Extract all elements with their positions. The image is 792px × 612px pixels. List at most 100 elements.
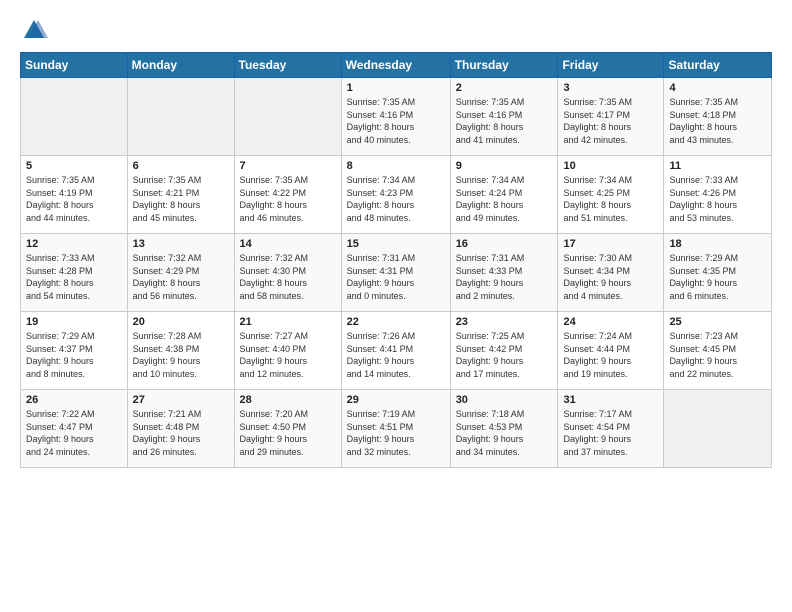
- day-info: Sunrise: 7:35 AM Sunset: 4:21 PM Dayligh…: [133, 174, 229, 224]
- day-number: 2: [456, 82, 553, 94]
- calendar-cell: 8 Sunrise: 7:34 AM Sunset: 4:23 PM Daylig…: [341, 156, 450, 234]
- day-info: Sunrise: 7:34 AM Sunset: 4:24 PM Dayligh…: [456, 174, 553, 224]
- calendar-cell: 29 Sunrise: 7:19 AM Sunset: 4:51 PM Dayli…: [341, 390, 450, 468]
- day-number: 26: [26, 394, 122, 406]
- calendar-cell: 21 Sunrise: 7:27 AM Sunset: 4:40 PM Dayli…: [234, 312, 341, 390]
- day-info: Sunrise: 7:35 AM Sunset: 4:16 PM Dayligh…: [456, 96, 553, 146]
- day-info: Sunrise: 7:26 AM Sunset: 4:41 PM Dayligh…: [347, 330, 445, 380]
- calendar-cell: 26 Sunrise: 7:22 AM Sunset: 4:47 PM Dayli…: [21, 390, 128, 468]
- day-number: 18: [669, 238, 766, 250]
- day-number: 23: [456, 316, 553, 328]
- day-info: Sunrise: 7:19 AM Sunset: 4:51 PM Dayligh…: [347, 408, 445, 458]
- day-info: Sunrise: 7:31 AM Sunset: 4:31 PM Dayligh…: [347, 252, 445, 302]
- day-number: 25: [669, 316, 766, 328]
- day-info: Sunrise: 7:34 AM Sunset: 4:23 PM Dayligh…: [347, 174, 445, 224]
- calendar-cell: 18 Sunrise: 7:29 AM Sunset: 4:35 PM Dayli…: [664, 234, 772, 312]
- day-info: Sunrise: 7:17 AM Sunset: 4:54 PM Dayligh…: [563, 408, 658, 458]
- day-number: 22: [347, 316, 445, 328]
- day-info: Sunrise: 7:30 AM Sunset: 4:34 PM Dayligh…: [563, 252, 658, 302]
- day-info: Sunrise: 7:33 AM Sunset: 4:28 PM Dayligh…: [26, 252, 122, 302]
- calendar-cell: 28 Sunrise: 7:20 AM Sunset: 4:50 PM Dayli…: [234, 390, 341, 468]
- calendar-cell: 17 Sunrise: 7:30 AM Sunset: 4:34 PM Dayli…: [558, 234, 664, 312]
- day-number: 10: [563, 160, 658, 172]
- weekday-header: Friday: [558, 53, 664, 78]
- day-number: 28: [240, 394, 336, 406]
- weekday-header: Monday: [127, 53, 234, 78]
- calendar-cell: 9 Sunrise: 7:34 AM Sunset: 4:24 PM Daylig…: [450, 156, 558, 234]
- page: SundayMondayTuesdayWednesdayThursdayFrid…: [0, 0, 792, 612]
- calendar-cell: 12Sunrise: 7:33 AM Sunset: 4:28 PM Dayli…: [21, 234, 128, 312]
- calendar-cell: 31 Sunrise: 7:17 AM Sunset: 4:54 PM Dayli…: [558, 390, 664, 468]
- calendar-week-row: 12Sunrise: 7:33 AM Sunset: 4:28 PM Dayli…: [21, 234, 772, 312]
- calendar-cell: 30 Sunrise: 7:18 AM Sunset: 4:53 PM Dayli…: [450, 390, 558, 468]
- day-number: 31: [563, 394, 658, 406]
- day-number: 24: [563, 316, 658, 328]
- weekday-header: Wednesday: [341, 53, 450, 78]
- day-info: Sunrise: 7:25 AM Sunset: 4:42 PM Dayligh…: [456, 330, 553, 380]
- day-info: Sunrise: 7:32 AM Sunset: 4:30 PM Dayligh…: [240, 252, 336, 302]
- day-info: Sunrise: 7:20 AM Sunset: 4:50 PM Dayligh…: [240, 408, 336, 458]
- calendar-cell: 22 Sunrise: 7:26 AM Sunset: 4:41 PM Dayli…: [341, 312, 450, 390]
- day-number: 6: [133, 160, 229, 172]
- day-info: Sunrise: 7:31 AM Sunset: 4:33 PM Dayligh…: [456, 252, 553, 302]
- calendar-cell: 2 Sunrise: 7:35 AM Sunset: 4:16 PM Daylig…: [450, 78, 558, 156]
- logo: [20, 16, 52, 44]
- calendar-week-row: 1 Sunrise: 7:35 AM Sunset: 4:16 PM Daylig…: [21, 78, 772, 156]
- day-info: Sunrise: 7:21 AM Sunset: 4:48 PM Dayligh…: [133, 408, 229, 458]
- day-number: 29: [347, 394, 445, 406]
- day-info: Sunrise: 7:35 AM Sunset: 4:19 PM Dayligh…: [26, 174, 122, 224]
- day-info: Sunrise: 7:35 AM Sunset: 4:16 PM Dayligh…: [347, 96, 445, 146]
- calendar-cell: 3Sunrise: 7:35 AM Sunset: 4:17 PM Daylig…: [558, 78, 664, 156]
- day-info: Sunrise: 7:29 AM Sunset: 4:35 PM Dayligh…: [669, 252, 766, 302]
- day-info: Sunrise: 7:35 AM Sunset: 4:18 PM Dayligh…: [669, 96, 766, 146]
- calendar-cell: 24 Sunrise: 7:24 AM Sunset: 4:44 PM Dayli…: [558, 312, 664, 390]
- calendar-cell: 13 Sunrise: 7:32 AM Sunset: 4:29 PM Dayli…: [127, 234, 234, 312]
- calendar-cell: 11Sunrise: 7:33 AM Sunset: 4:26 PM Dayli…: [664, 156, 772, 234]
- day-info: Sunrise: 7:18 AM Sunset: 4:53 PM Dayligh…: [456, 408, 553, 458]
- day-number: 7: [240, 160, 336, 172]
- calendar-cell: 5 Sunrise: 7:35 AM Sunset: 4:19 PM Daylig…: [21, 156, 128, 234]
- day-info: Sunrise: 7:27 AM Sunset: 4:40 PM Dayligh…: [240, 330, 336, 380]
- calendar-cell: 7 Sunrise: 7:35 AM Sunset: 4:22 PM Daylig…: [234, 156, 341, 234]
- day-number: 1: [347, 82, 445, 94]
- calendar-cell: 19Sunrise: 7:29 AM Sunset: 4:37 PM Dayli…: [21, 312, 128, 390]
- day-number: 13: [133, 238, 229, 250]
- day-number: 17: [563, 238, 658, 250]
- calendar-cell: [234, 78, 341, 156]
- day-number: 21: [240, 316, 336, 328]
- day-info: Sunrise: 7:23 AM Sunset: 4:45 PM Dayligh…: [669, 330, 766, 380]
- header: [20, 16, 772, 44]
- weekday-header: Saturday: [664, 53, 772, 78]
- calendar-header-row: SundayMondayTuesdayWednesdayThursdayFrid…: [21, 53, 772, 78]
- day-number: 9: [456, 160, 553, 172]
- day-number: 16: [456, 238, 553, 250]
- day-info: Sunrise: 7:35 AM Sunset: 4:17 PM Dayligh…: [563, 96, 658, 146]
- weekday-header: Thursday: [450, 53, 558, 78]
- day-number: 30: [456, 394, 553, 406]
- weekday-header: Sunday: [21, 53, 128, 78]
- day-number: 19: [26, 316, 122, 328]
- day-info: Sunrise: 7:24 AM Sunset: 4:44 PM Dayligh…: [563, 330, 658, 380]
- day-number: 8: [347, 160, 445, 172]
- calendar-cell: 10Sunrise: 7:34 AM Sunset: 4:25 PM Dayli…: [558, 156, 664, 234]
- calendar-cell: 16 Sunrise: 7:31 AM Sunset: 4:33 PM Dayli…: [450, 234, 558, 312]
- calendar-cell: 1 Sunrise: 7:35 AM Sunset: 4:16 PM Daylig…: [341, 78, 450, 156]
- calendar-cell: 25 Sunrise: 7:23 AM Sunset: 4:45 PM Dayli…: [664, 312, 772, 390]
- calendar-cell: 15 Sunrise: 7:31 AM Sunset: 4:31 PM Dayli…: [341, 234, 450, 312]
- day-number: 14: [240, 238, 336, 250]
- calendar-cell: 4Sunrise: 7:35 AM Sunset: 4:18 PM Daylig…: [664, 78, 772, 156]
- day-info: Sunrise: 7:28 AM Sunset: 4:38 PM Dayligh…: [133, 330, 229, 380]
- weekday-header: Tuesday: [234, 53, 341, 78]
- day-info: Sunrise: 7:33 AM Sunset: 4:26 PM Dayligh…: [669, 174, 766, 224]
- calendar-cell: 20Sunrise: 7:28 AM Sunset: 4:38 PM Dayli…: [127, 312, 234, 390]
- day-info: Sunrise: 7:22 AM Sunset: 4:47 PM Dayligh…: [26, 408, 122, 458]
- day-info: Sunrise: 7:32 AM Sunset: 4:29 PM Dayligh…: [133, 252, 229, 302]
- day-info: Sunrise: 7:35 AM Sunset: 4:22 PM Dayligh…: [240, 174, 336, 224]
- calendar-week-row: 26 Sunrise: 7:22 AM Sunset: 4:47 PM Dayli…: [21, 390, 772, 468]
- calendar-cell: 14 Sunrise: 7:32 AM Sunset: 4:30 PM Dayli…: [234, 234, 341, 312]
- calendar-cell: 27Sunrise: 7:21 AM Sunset: 4:48 PM Dayli…: [127, 390, 234, 468]
- day-number: 15: [347, 238, 445, 250]
- day-number: 5: [26, 160, 122, 172]
- calendar-cell: 23 Sunrise: 7:25 AM Sunset: 4:42 PM Dayli…: [450, 312, 558, 390]
- calendar-cell: [664, 390, 772, 468]
